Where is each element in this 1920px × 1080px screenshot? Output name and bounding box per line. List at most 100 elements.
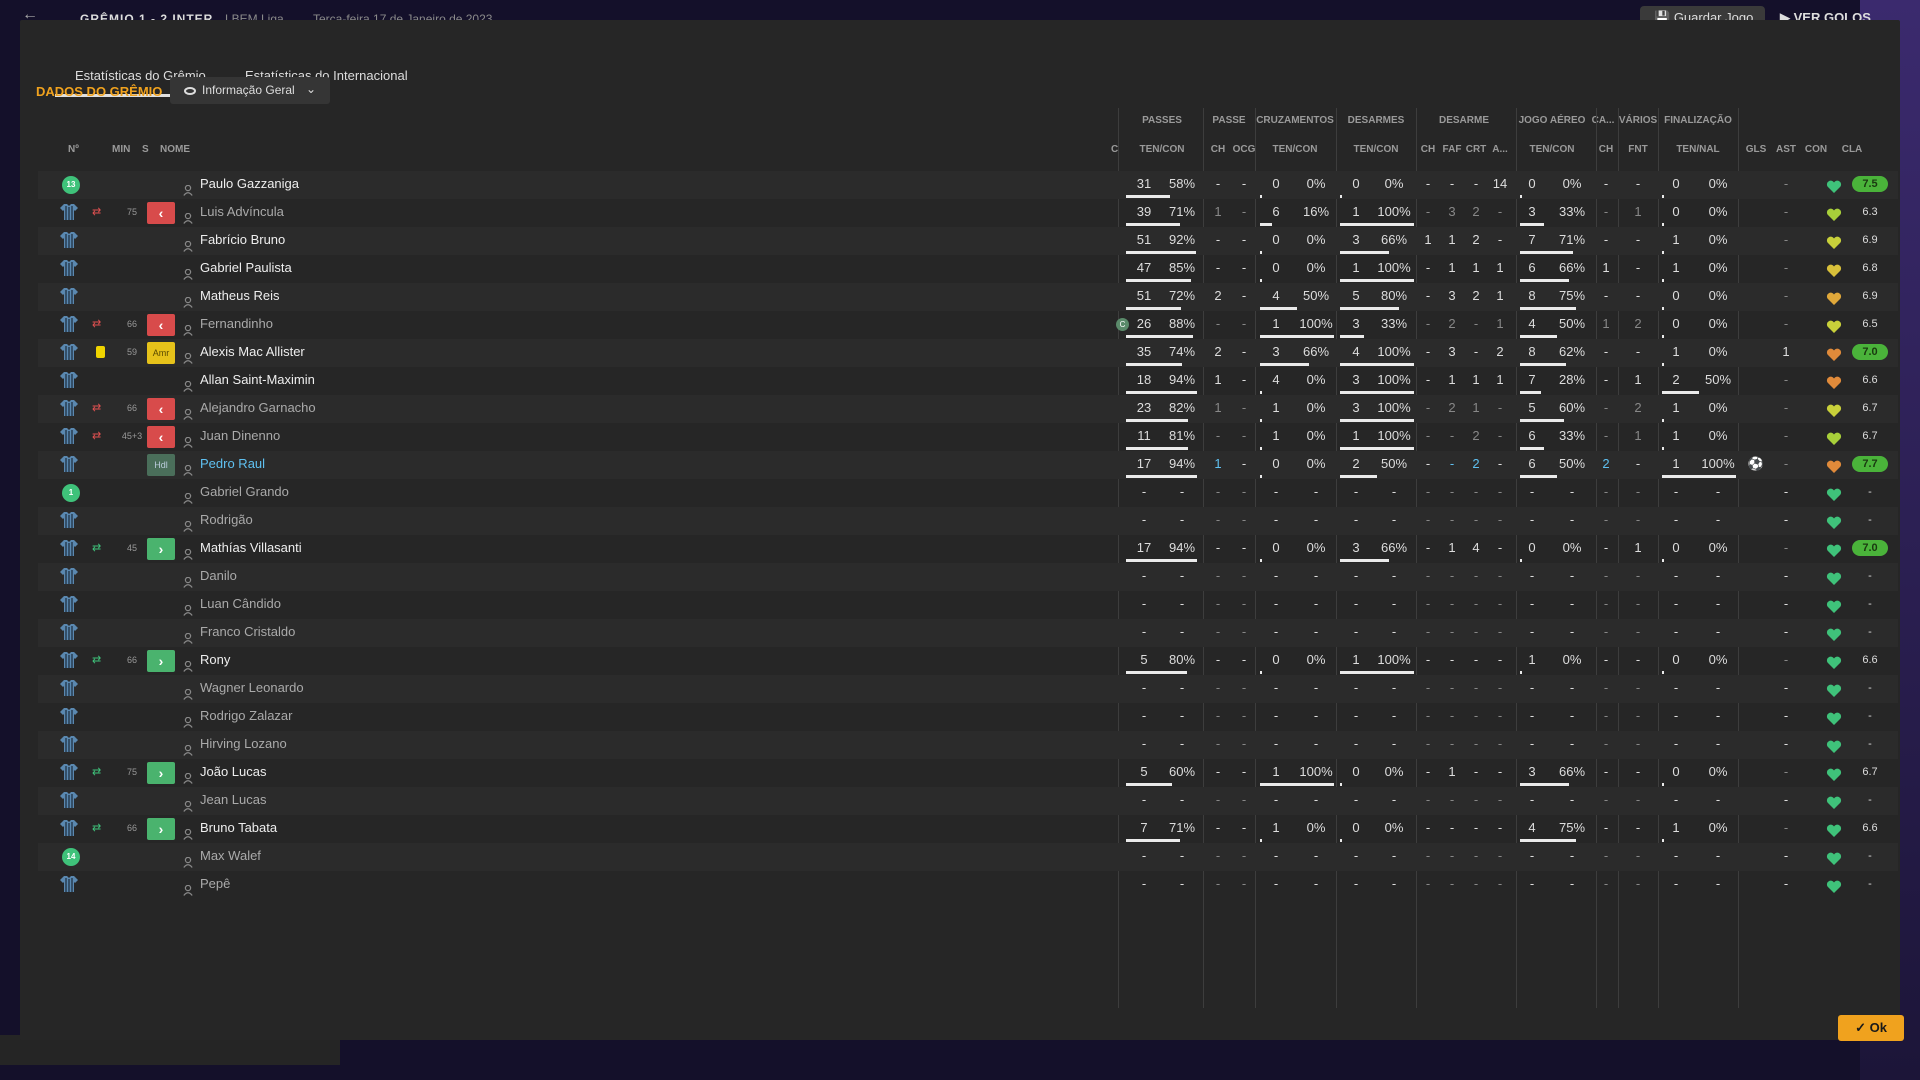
col-des-header[interactable]: TEN/CON [1354, 144, 1399, 155]
table-row[interactable]: 59 Amr Alexis Mac Allister 35 74% 2 - 3 66% 4 100%… [38, 339, 1898, 367]
player-name[interactable]: João Lucas [200, 759, 267, 785]
table-row[interactable]: Wagner Leonardo - - - - - - - - - - - - - - - - - - - - [38, 675, 1898, 703]
player-name[interactable]: Luan Cândido [200, 591, 281, 617]
table-row[interactable]: ⇄ 75 ‹ Luis Advíncula 39 71% 1-6 16% 1 100% -3 2-3 3… [38, 199, 1898, 227]
player-name[interactable]: Allan Saint-Maximin [200, 367, 315, 393]
blocks: - [1497, 540, 1503, 555]
view-dropdown[interactable]: Informação Geral ⌄ [170, 77, 330, 104]
player-name[interactable]: Rony [200, 647, 230, 673]
table-row[interactable]: 14 Max Walef - - - - - - - - - - - - - - - - - - - - [38, 843, 1898, 871]
table-row[interactable]: Pepê - - - - - - - - - - - - - - - - - - - - [38, 871, 1898, 899]
key-headers: - [1603, 848, 1609, 863]
table-row[interactable]: 13 Paulo Gazzaniga 31 58% - -0 0% 0 0% - - -14 0 0% - -… [38, 171, 1898, 199]
col-ocg-header[interactable]: OCG [1233, 144, 1256, 155]
fouls: 2 [1634, 400, 1642, 415]
tackles-percent: - [1391, 848, 1397, 863]
col-faf-header[interactable]: FAF [1443, 144, 1462, 155]
table-row[interactable]: Danilo - - - - - - - - - - - - - - - - - - - - [38, 563, 1898, 591]
player-name[interactable]: Mathías Villasanti [200, 535, 302, 561]
table-row[interactable]: ⇄ 66 › Rony 5 80% - -0 0% 1 100% - - - -1 0% - -0 0% -6.6 [38, 647, 1898, 675]
player-name[interactable]: Pepê [200, 871, 230, 897]
player-name[interactable]: Fabrício Bruno [200, 227, 285, 253]
table-row[interactable]: ⇄ 75 › João Lucas 5 60% - -1 100% 0 0% -1- -3 66% - -0 0… [38, 759, 1898, 787]
table-row[interactable]: ⇄ 45+3 ‹ Juan Dinenno 11 81% - -1 0% 1 100% - -2-6 33… [38, 423, 1898, 451]
player-name[interactable]: Gabriel Grando [200, 479, 289, 505]
headers-bar [1520, 223, 1545, 226]
col-gls-header[interactable]: GLS [1746, 144, 1767, 155]
col-min-header[interactable]: MIN [112, 144, 130, 155]
col-fnt-header[interactable]: FNT [1628, 144, 1647, 155]
person-icon [183, 767, 193, 784]
table-row[interactable]: ⇄ 66 › Bruno Tabata 7 71% - -1 0% 0 0% - - - -4 75% - -1 0… [38, 815, 1898, 843]
table-row[interactable]: Jean Lucas - - - - - - - - - - - - - - - - - - - - [38, 787, 1898, 815]
tackles-bar [1340, 251, 1389, 254]
tackles-attempted: 3 [1352, 400, 1360, 415]
player-name[interactable]: Jean Lucas [200, 787, 267, 813]
col-ch3-header[interactable]: CH [1599, 144, 1613, 155]
condition-heart-icon [1826, 793, 1842, 809]
tackles-bar [1340, 559, 1389, 562]
blocks: 1 [1496, 260, 1504, 275]
table-row[interactable]: Hdl Pedro Raul 17 94% 1-0 0% 2 50% - -2-6 50% 2-1 10… [38, 451, 1898, 479]
crosses-attempted: - [1273, 736, 1279, 751]
table-row[interactable]: ⇄ 45 › Mathías Villasanti 17 94% - -0 0% 3 66% -1 4-… [38, 535, 1898, 563]
player-name[interactable]: Danilo [200, 563, 237, 589]
col-crt-header[interactable]: CRT [1466, 144, 1487, 155]
player-name[interactable]: Hirving Lozano [200, 731, 287, 757]
player-name[interactable]: Juan Dinenno [200, 423, 280, 449]
player-name[interactable]: Max Walef [200, 843, 261, 869]
table-row[interactable]: Hirving Lozano - - - - - - - - - - - - - - - - - - - - [38, 731, 1898, 759]
ok-button[interactable]: ✓ Ok [1838, 1015, 1904, 1041]
col-ch2-header[interactable]: CH [1421, 144, 1435, 155]
player-rating: 7.7 [1852, 456, 1888, 472]
col-no-header[interactable]: Nº [68, 144, 79, 155]
col-con-header[interactable]: CON [1805, 144, 1827, 155]
player-name[interactable]: Luis Advíncula [200, 199, 284, 225]
crosses-percent: 0% [1306, 456, 1326, 471]
col-ast-header[interactable]: AST [1776, 144, 1796, 155]
fouls: - [1635, 596, 1641, 611]
player-name[interactable]: Wagner Leonardo [200, 675, 304, 701]
table-row[interactable]: Rodrigo Zalazar - - - - - - - - - - - - - - - - - - - - [38, 703, 1898, 731]
col-aer-header[interactable]: TEN/CON [1530, 144, 1575, 155]
shots-bar [1662, 419, 1664, 422]
player-name[interactable]: Alejandro Garnacho [200, 395, 316, 421]
table-row[interactable]: Gabriel Paulista 47 85% - -0 0% 1 100% -1 1 1 6 66% 1… [38, 255, 1898, 283]
player-name[interactable]: Franco Cristaldo [200, 619, 295, 645]
table-row[interactable]: ⇄ 66 ‹ Alejandro Garnacho 23 82% 1-1 0% 3 100% -2 1… [38, 395, 1898, 423]
player-name[interactable]: Gabriel Paulista [200, 255, 292, 281]
table-row[interactable]: Luan Cândido - - - - - - - - - - - - - - - - - - - - [38, 591, 1898, 619]
shirt-icon [60, 539, 78, 557]
col-name-header[interactable]: NOME [160, 144, 190, 155]
table-row[interactable]: ⇄ 66 ‹ Fernandinho C 26 88% - -1 100% 3 33% -2-1 4 50%… [38, 311, 1898, 339]
table-row[interactable]: Allan Saint-Maximin 18 94% 1-4 0% 3 100% -1 1 1 7 2… [38, 367, 1898, 395]
col-cla-header[interactable]: CLA [1842, 144, 1863, 155]
player-name[interactable]: Matheus Reis [200, 283, 279, 309]
col-s-header[interactable]: S [142, 144, 149, 155]
key-headers: - [1603, 176, 1609, 191]
key-headers: - [1603, 708, 1609, 723]
player-name[interactable]: Alexis Mac Allister [200, 339, 305, 365]
tackles-attempted: - [1353, 848, 1359, 863]
player-name[interactable]: Fernandinho [200, 311, 273, 337]
headers-attempted: 1 [1528, 652, 1536, 667]
col-ch-header[interactable]: CH [1211, 144, 1225, 155]
col-pass-header[interactable]: TEN/CON [1140, 144, 1185, 155]
table-row[interactable]: Fabrício Bruno 51 92% - -0 0% 3 66% 1 1 2-7 71% - -1 0… [38, 227, 1898, 255]
col-cruz-header[interactable]: TEN/CON [1273, 144, 1318, 155]
player-name[interactable]: Paulo Gazzaniga [200, 171, 299, 197]
player-name[interactable]: Rodrigo Zalazar [200, 703, 293, 729]
table-row[interactable]: 1 Gabriel Grando - - - - - - - - - - - - - - - - - - - - [38, 479, 1898, 507]
col-a-header[interactable]: A... [1492, 144, 1508, 155]
passes-attempted: - [1141, 512, 1147, 527]
table-row[interactable]: Rodrigão - - - - - - - - - - - - - - - - - - - - [38, 507, 1898, 535]
table-row[interactable]: Franco Cristaldo - - - - - - - - - - - - - - - - - - - - [38, 619, 1898, 647]
chances-created: - [1241, 316, 1247, 331]
player-name[interactable]: Rodrigão [200, 507, 253, 533]
crosses-percent: - [1313, 512, 1319, 527]
player-name[interactable]: Bruno Tabata [200, 815, 277, 841]
player-name[interactable]: Pedro Raul [200, 451, 265, 477]
table-row[interactable]: Matheus Reis 51 72% 2-4 50% 5 80% -3 2 1 8 75% - -0 0%… [38, 283, 1898, 311]
col-fin-header[interactable]: TEN/NAL [1676, 144, 1719, 155]
crosses-percent: 0% [1306, 232, 1326, 247]
